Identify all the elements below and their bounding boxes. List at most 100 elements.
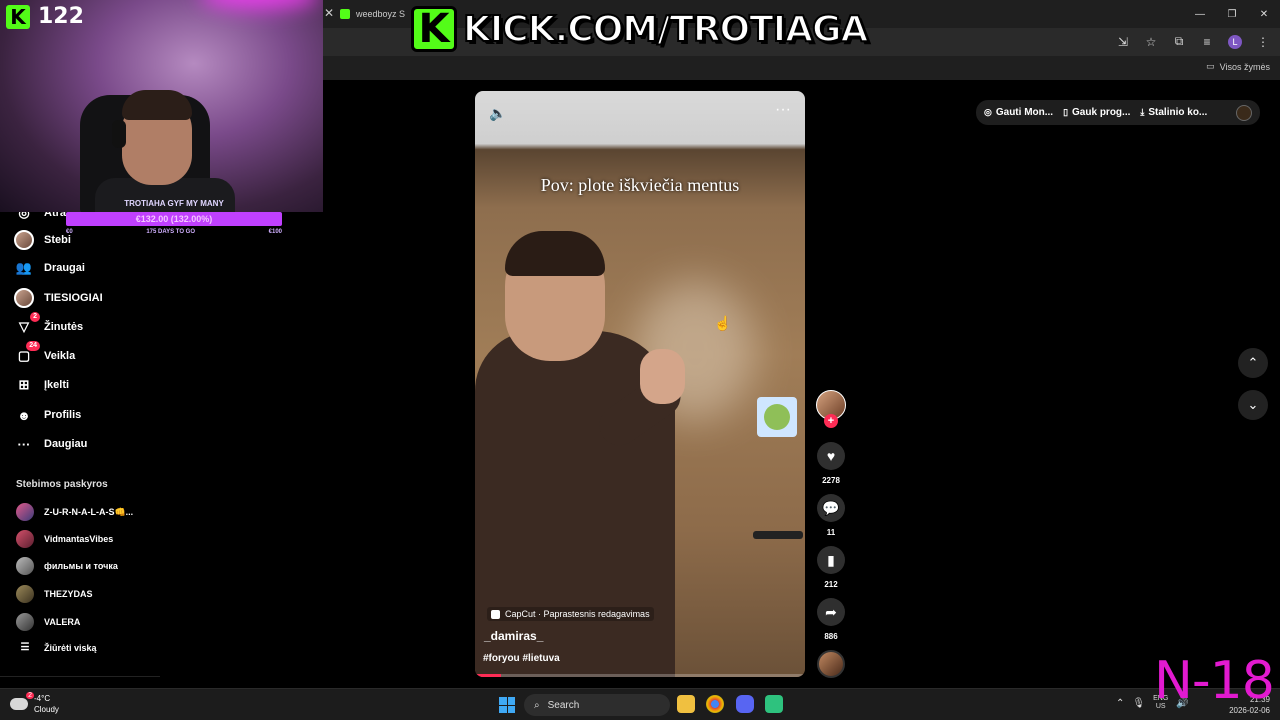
- sidebar-item-label: Draugai: [44, 262, 85, 274]
- restore-icon[interactable]: ❐: [1216, 0, 1248, 28]
- following-account[interactable]: THEZYDAS: [16, 585, 93, 603]
- next-video-button[interactable]: ⌄: [1238, 390, 1268, 420]
- get-coins-label: Gauti Mon...: [995, 107, 1054, 118]
- age-rating-watermark: N-18: [1154, 651, 1275, 711]
- taskbar-search[interactable]: ⌕ Search: [524, 694, 670, 716]
- previous-video-button[interactable]: ⌃: [1238, 348, 1268, 378]
- video-hashtags[interactable]: #foryou #lietuva: [483, 653, 560, 664]
- share-button[interactable]: ➦: [817, 598, 845, 626]
- volume-icon[interactable]: 🔈: [489, 105, 506, 122]
- profile-avatar-icon[interactable]: L: [1228, 34, 1242, 49]
- more-options-icon[interactable]: ···: [775, 101, 791, 119]
- sidebar-item-profile[interactable]: ☻ Profilis: [14, 406, 81, 424]
- profile-icon: ☻: [17, 407, 31, 423]
- chrome-icon[interactable]: [706, 695, 724, 713]
- discord-icon[interactable]: [736, 695, 754, 713]
- browser-tab[interactable]: weedboyz S: [340, 4, 420, 24]
- avatar[interactable]: [1236, 104, 1252, 121]
- comment-button[interactable]: 💬: [817, 494, 845, 522]
- messages-badge: 2: [30, 312, 40, 322]
- follow-plus-icon[interactable]: +: [824, 414, 838, 428]
- desktop-app-label: Stalinio ko...: [1148, 107, 1208, 118]
- toolbar-icons: ⇲ ☆ ⧉ ≡ L ⋮: [1116, 34, 1270, 49]
- like-button[interactable]: ♥: [817, 442, 845, 470]
- windows-start-icon[interactable]: [499, 697, 515, 713]
- weather-condition: Cloudy: [34, 705, 59, 714]
- neon-light: [200, 0, 320, 10]
- streamer-webcam: K 122: [0, 0, 323, 212]
- windows-taskbar: 2 -4°C Cloudy ⌕ Search ⌃ 🎙 ENG US 🔊 21:3…: [0, 688, 1280, 720]
- all-bookmarks[interactable]: ▭ Visos žymės: [1206, 61, 1270, 72]
- following-account[interactable]: фильмы и точка: [16, 557, 118, 575]
- donation-goal-title: TROTIAHA GYF MY MANY: [124, 199, 224, 208]
- capcut-tag[interactable]: CapCut · Paprastesnis redagavimas: [487, 607, 654, 621]
- install-app-icon[interactable]: ⇲: [1116, 35, 1130, 49]
- heart-icon: ♥: [826, 448, 836, 464]
- viewer-count: 122: [38, 4, 84, 29]
- goal-days: 175 DAYS TO GO: [146, 229, 196, 235]
- sidebar-item-more[interactable]: ··· Daugiau: [14, 435, 88, 453]
- video-progress[interactable]: [475, 674, 805, 677]
- video-player[interactable]: Pov: plote iškviečia mentus 🔈 ··· CapCut…: [475, 91, 805, 677]
- bookmark-star-icon[interactable]: ☆: [1144, 35, 1158, 49]
- get-app-label: Gauk prog...: [1072, 107, 1131, 118]
- microphone-icon[interactable]: 🎙: [1132, 698, 1145, 709]
- share-icon: ➦: [825, 603, 837, 620]
- following-account[interactable]: Z-U-R-N-A-L-A-S👊...: [16, 503, 133, 521]
- donation-goal-bar: €132.00 (132.00%): [66, 212, 282, 226]
- search-icon: ⌕: [534, 699, 540, 711]
- viewer-counter: K 122: [6, 4, 84, 29]
- temperature: -4°C: [34, 694, 51, 703]
- following-account-name: VALERA: [44, 617, 81, 627]
- desktop-app-button[interactable]: ⤓ Stalinio ko...: [1140, 107, 1207, 118]
- weather-badge: 2: [26, 692, 34, 699]
- cloud-icon: 2: [10, 692, 34, 710]
- file-explorer-icon[interactable]: [677, 695, 695, 713]
- all-bookmarks-label: Visos žymės: [1219, 61, 1270, 72]
- following-account-name: THEZYDAS: [44, 589, 93, 599]
- see-all-following[interactable]: ☰ Žiūrėti viską: [16, 642, 97, 653]
- browser-menu-icon[interactable]: ⋮: [1256, 35, 1270, 49]
- sidebar-item-label: Daugiau: [44, 438, 88, 450]
- sidebar-item-activity[interactable]: ▢ 24 Veikla: [14, 341, 75, 365]
- bookmark-icon: ▮: [827, 551, 835, 568]
- save-button[interactable]: ▮: [817, 546, 845, 574]
- comment-icon: 💬: [822, 499, 840, 516]
- following-account[interactable]: VidmantasVibes: [16, 530, 113, 548]
- hand-cursor-icon: ☝: [714, 315, 732, 331]
- get-app-button[interactable]: ▯ Gauk prog...: [1063, 107, 1130, 118]
- door-handle: [753, 531, 803, 539]
- person-hand: [640, 349, 685, 404]
- sidebar-item-upload[interactable]: ⊞ Įkelti: [14, 376, 70, 394]
- tab-close-icon[interactable]: ✕: [324, 6, 334, 20]
- list-icon: ☰: [20, 642, 30, 653]
- close-window-icon[interactable]: ✕: [1248, 0, 1280, 28]
- sidebar-item-messages[interactable]: ▽ 2 Žinutės: [14, 312, 84, 336]
- chevron-up-icon: ⌃: [1247, 355, 1259, 370]
- avatar: [16, 613, 34, 631]
- kick-favicon-icon: [340, 9, 350, 19]
- kick-logo-icon: K: [411, 6, 457, 52]
- folder-icon: ▭: [1206, 61, 1215, 71]
- headset: [112, 120, 126, 148]
- upload-icon: ⊞: [18, 377, 30, 392]
- app-icon[interactable]: [765, 695, 783, 713]
- avatar: [16, 503, 34, 521]
- minimize-icon[interactable]: —: [1184, 0, 1216, 28]
- sidebar-item-live[interactable]: TIESIOGIAI: [14, 288, 103, 308]
- tab-search-icon[interactable]: ≡: [1200, 35, 1214, 49]
- video-author[interactable]: _damiras_: [484, 629, 543, 643]
- sidebar-item-label: TIESIOGIAI: [44, 292, 103, 304]
- chevron-down-icon: ⌄: [1247, 397, 1259, 412]
- weather-widget[interactable]: 2 -4°C Cloudy: [10, 692, 59, 715]
- chevron-up-icon[interactable]: ⌃: [1116, 698, 1124, 709]
- following-account[interactable]: VALERA: [16, 613, 80, 631]
- extensions-icon[interactable]: ⧉: [1172, 34, 1186, 49]
- sidebar-item-following[interactable]: Stebi: [14, 230, 71, 250]
- get-coins-button[interactable]: ◎ Gauti Mon...: [984, 107, 1053, 118]
- avatar: [14, 230, 34, 250]
- music-disc[interactable]: [817, 650, 845, 678]
- sidebar-item-friends[interactable]: 👥 Draugai: [14, 259, 85, 277]
- sidebar-item-label: Žinutės: [44, 321, 84, 333]
- share-count: 886: [824, 632, 838, 641]
